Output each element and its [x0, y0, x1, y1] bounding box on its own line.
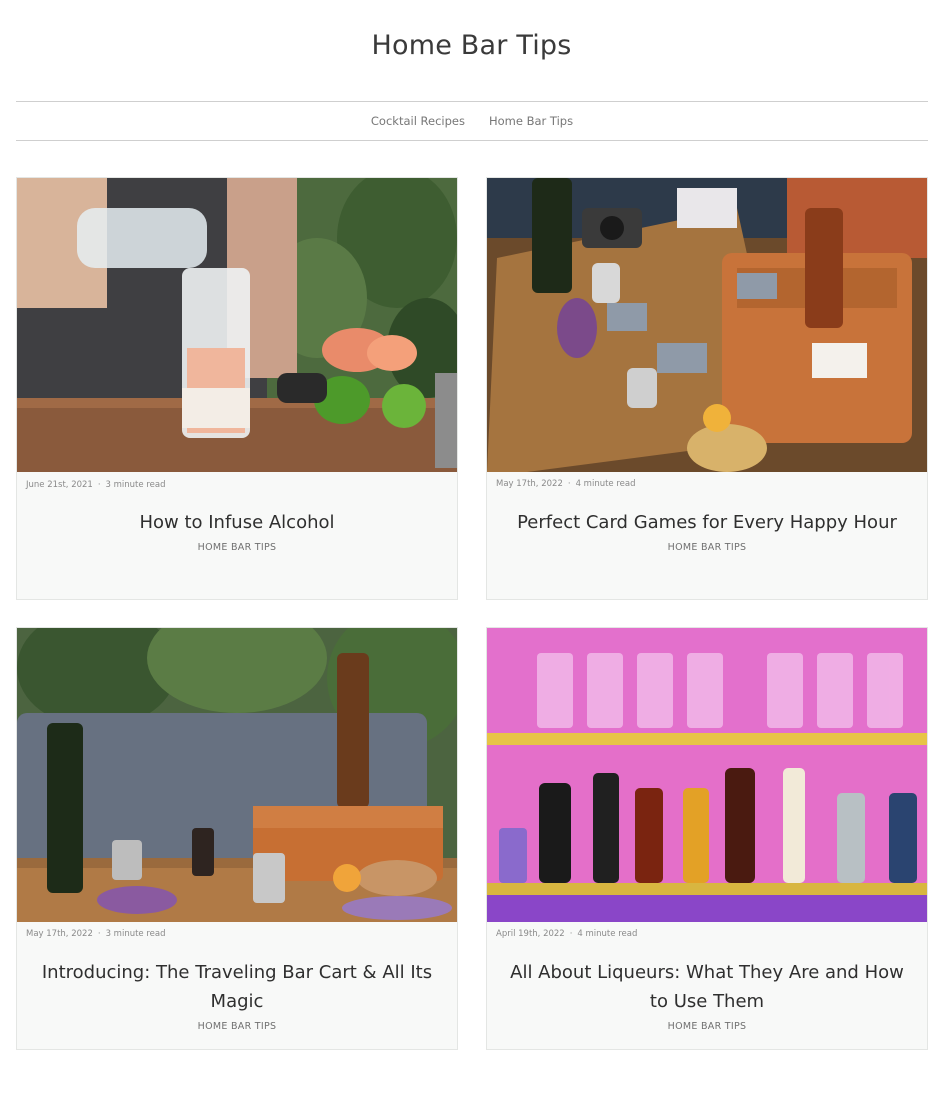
post-thumbnail-bar-cart[interactable] — [17, 628, 457, 922]
meta-separator: · — [97, 480, 101, 490]
post-thumbnail-infusion[interactable] — [17, 178, 457, 472]
liqueur-shelf-photo — [487, 628, 927, 922]
post-card[interactable]: June 21st, 2021 · 3 minute read How to Inf… — [16, 177, 458, 600]
meta-separator: · — [567, 479, 571, 489]
post-date: June 21st, 2021 — [26, 480, 93, 490]
post-meta: June 21st, 2021 · 3 minute read — [26, 480, 165, 490]
meta-separator: · — [569, 929, 573, 939]
post-read-time: 3 minute read — [105, 929, 166, 939]
post-title[interactable]: All About Liqueurs: What They Are and Ho… — [507, 958, 907, 1016]
nav-item-home-bar-tips[interactable]: Home Bar Tips — [489, 114, 573, 128]
post-meta: April 19th, 2022 · 4 minute read — [496, 929, 637, 939]
post-category[interactable]: HOME BAR TIPS — [17, 1021, 457, 1032]
bar-cart-photo — [17, 628, 457, 922]
post-category[interactable]: HOME BAR TIPS — [17, 542, 457, 553]
post-card[interactable]: April 19th, 2022 · 4 minute read All About… — [486, 627, 928, 1050]
post-title[interactable]: How to Infuse Alcohol — [37, 508, 437, 537]
post-thumbnail-card-games[interactable] — [487, 178, 927, 472]
post-date: May 17th, 2022 — [496, 479, 563, 489]
post-card[interactable]: May 17th, 2022 · 3 minute read Introducing… — [16, 627, 458, 1050]
post-read-time: 3 minute read — [105, 480, 166, 490]
post-date: May 17th, 2022 — [26, 929, 93, 939]
meta-separator: · — [97, 929, 101, 939]
post-title[interactable]: Introducing: The Traveling Bar Cart & Al… — [37, 958, 437, 1016]
site-title[interactable]: Home Bar Tips — [0, 30, 943, 61]
post-meta: May 17th, 2022 · 4 minute read — [496, 479, 636, 489]
post-category[interactable]: HOME BAR TIPS — [487, 542, 927, 553]
main-nav: Cocktail Recipes Home Bar Tips — [16, 101, 928, 141]
post-read-time: 4 minute read — [577, 929, 638, 939]
post-card[interactable]: May 17th, 2022 · 4 minute read Perfect Car… — [486, 177, 928, 600]
infusion-jar-photo — [17, 178, 457, 472]
post-thumbnail-liqueurs[interactable] — [487, 628, 927, 922]
post-read-time: 4 minute read — [575, 479, 636, 489]
post-meta: May 17th, 2022 · 3 minute read — [26, 929, 166, 939]
card-games-photo — [487, 178, 927, 472]
post-title[interactable]: Perfect Card Games for Every Happy Hour — [507, 508, 907, 537]
post-date: April 19th, 2022 — [496, 929, 565, 939]
post-category[interactable]: HOME BAR TIPS — [487, 1021, 927, 1032]
nav-item-cocktail-recipes[interactable]: Cocktail Recipes — [371, 114, 465, 128]
